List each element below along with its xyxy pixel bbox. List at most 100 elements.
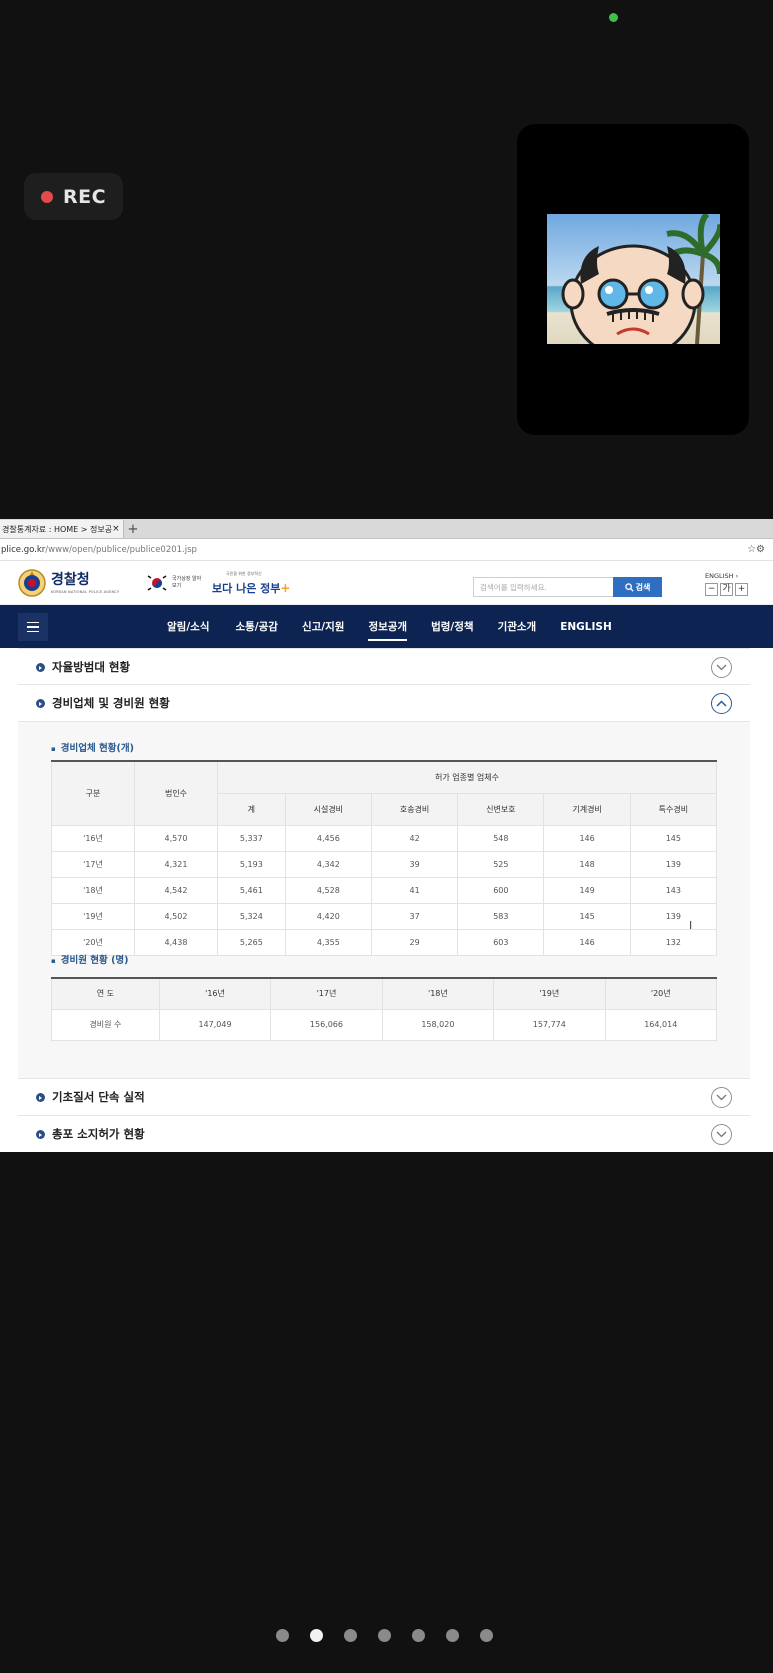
logo-text: 경찰청 KOREAN NATIONAL POLICE AGENCY: [51, 571, 119, 594]
text-cursor-icon: I: [689, 919, 693, 932]
table1-title: 경비업체 현황(개): [51, 740, 134, 754]
table-cell: 4,542: [134, 876, 218, 904]
page-dot-active[interactable]: [310, 1629, 323, 1642]
bullet-arrow-icon: [36, 1093, 45, 1102]
nav-item-about[interactable]: 기관소개: [498, 619, 537, 634]
header-year-cell: '16년: [158, 977, 272, 1010]
english-link[interactable]: ENGLISH ›: [705, 572, 738, 580]
nav-item-report[interactable]: 신고/지원: [302, 619, 344, 634]
better-government-logo[interactable]: 국민을 위한 정부혁신 보다 나은 정부+: [212, 571, 290, 596]
header-year-cell: '17년: [270, 977, 383, 1010]
address-bar[interactable]: plice.go.kr/www/open/publice/publice0201…: [0, 539, 773, 561]
table-cell: 5,193: [217, 850, 286, 878]
rec-label: REC: [62, 185, 107, 208]
nav-item-english[interactable]: ENGLISH: [560, 621, 612, 633]
nav-item-law[interactable]: 법령/정책: [431, 619, 473, 634]
close-tab-icon[interactable]: ×: [112, 524, 120, 534]
font-increase-button[interactable]: +: [735, 583, 748, 596]
accordion-item-security[interactable]: 경비업체 및 경비원 현황: [18, 685, 750, 722]
table-cell: '18년: [51, 876, 135, 904]
url-path: /www/open/publice/publice0201.jsp: [45, 544, 197, 555]
chevron-up-icon[interactable]: [711, 693, 732, 714]
accordion-title: 총포 소지허가 현황: [52, 1127, 145, 1141]
extension-icon[interactable]: ☆⚙: [747, 544, 765, 555]
police-logo[interactable]: 경찰청 KOREAN NATIONAL POLICE AGENCY: [18, 569, 119, 597]
page-dot[interactable]: [276, 1629, 289, 1642]
table-cell: 5,265: [217, 928, 286, 956]
hamburger-menu-icon[interactable]: [18, 613, 48, 641]
table-cell: 139: [629, 850, 718, 878]
accordion-item-firearms[interactable]: 총포 소지허가 현황: [18, 1116, 750, 1152]
table-cell: 4,456: [284, 824, 372, 852]
national-symbol-link[interactable]: 국가상징 알아보기: [146, 573, 202, 593]
table-cell: '19년: [51, 902, 135, 930]
participant-video-tile[interactable]: [517, 124, 749, 435]
page-content: 자율방범대 현황 경비업체 및 경비원 현황 경비업체 현황(개) 구분 법인수: [18, 648, 750, 1152]
nav-item-news[interactable]: 알림/소식: [167, 619, 209, 634]
row-label: 경비원 수: [51, 1008, 160, 1041]
table-cell: 41: [370, 876, 459, 904]
page-dot[interactable]: [446, 1629, 459, 1642]
table-cell: 42: [370, 824, 459, 852]
table-cell: 37: [370, 902, 459, 930]
record-dot-icon: [40, 190, 53, 203]
table-row: 경비원 수 147,049 156,066 158,020 157,774 16…: [51, 1008, 718, 1041]
chevron-down-icon[interactable]: [711, 657, 732, 678]
table-row: '16년 4,570 5,337 4,456 42 548 146 145: [51, 824, 718, 852]
table-cell: 156,066: [270, 1008, 383, 1041]
table-cell: 146: [543, 928, 631, 956]
page-dot[interactable]: [412, 1629, 425, 1642]
bullet-arrow-icon: [36, 663, 45, 672]
page-dot[interactable]: [480, 1629, 493, 1642]
chevron-down-icon[interactable]: [711, 1087, 732, 1108]
header-corp-count: 법인수: [134, 760, 218, 826]
nav-items: 알림/소식 소통/공감 신고/지원 정보공개 법령/정책 기관소개 ENGLIS…: [167, 605, 612, 648]
page-indicator: [276, 1629, 493, 1642]
screen: REC 경찰통계자료: HOME > 정보공 × + plice.go.kr/…: [0, 0, 773, 1673]
accordion-item-patrol[interactable]: 자율방범대 현황: [18, 648, 750, 685]
page-dot[interactable]: [378, 1629, 391, 1642]
chevron-down-icon[interactable]: [711, 1124, 732, 1145]
participant-avatar: [547, 214, 720, 344]
site-search-input[interactable]: 검색어를 입력하세요.: [473, 577, 614, 597]
table-cell: 4,528: [284, 876, 372, 904]
font-reset-button[interactable]: 가: [720, 583, 733, 596]
table-cell: 4,420: [284, 902, 372, 930]
header-year-cell: '19년: [493, 977, 606, 1010]
subheader-escort: 호송경비: [370, 792, 459, 826]
table-row: '17년 4,321 5,193 4,342 39 525 148 139: [51, 850, 718, 878]
table-cell: 4,438: [134, 928, 218, 956]
search-button-label: 검색: [635, 582, 651, 592]
table-row: '20년 4,438 5,265 4,355 29 603 146 132: [51, 928, 718, 956]
police-emblem-icon: [18, 569, 46, 597]
site-header: 경찰청 KOREAN NATIONAL POLICE AGENCY 국가상징 알…: [0, 561, 773, 605]
table-header-row: 연 도 '16년 '17년 '18년 '19년 '20년: [51, 977, 718, 1010]
table-cell: 603: [457, 928, 545, 956]
table-cell: 4,570: [134, 824, 218, 852]
table-cell: 5,324: [217, 902, 286, 930]
accordion-item-order[interactable]: 기초질서 단속 실적: [18, 1079, 750, 1116]
browser-tab[interactable]: 경찰통계자료 : HOME > 정보공 ×: [0, 520, 124, 538]
accordion-title: 경비업체 및 경비원 현황: [52, 696, 170, 710]
gov-slogan-small: 국민을 위한 정부혁신: [226, 571, 262, 576]
nav-item-disclosure[interactable]: 정보공개: [368, 619, 407, 641]
accordion-title: 자율방범대 현황: [52, 659, 131, 674]
table-cell: 4,342: [284, 850, 372, 878]
url-host: plice.go.kr: [1, 544, 46, 555]
page-dot[interactable]: [344, 1629, 357, 1642]
gov-plus-icon: +: [280, 581, 291, 595]
logo-main-text: 경찰청: [51, 571, 90, 588]
subheader-facility: 시설경비: [284, 792, 372, 826]
table-cell: 158,020: [381, 1008, 495, 1041]
font-decrease-button[interactable]: −: [705, 583, 718, 596]
security-guard-table: 연 도 '16년 '17년 '18년 '19년 '20년 경비원 수 147,0…: [51, 977, 718, 1041]
cartoon-avatar-image: [547, 214, 720, 344]
site-search-button[interactable]: 검색: [613, 577, 662, 597]
nav-item-communication[interactable]: 소통/공감: [235, 619, 277, 634]
table-cell: 147,049: [158, 1008, 272, 1041]
table-cell: 145: [629, 824, 718, 852]
header-year: 연 도: [51, 977, 160, 1010]
table-cell: '17년: [51, 850, 135, 878]
new-tab-button[interactable]: +: [124, 520, 142, 538]
security-company-table: 구분 법인수 허가 업종별 업체수 계 시설경비 호송경비 신변보호 기계경비 …: [51, 760, 718, 956]
